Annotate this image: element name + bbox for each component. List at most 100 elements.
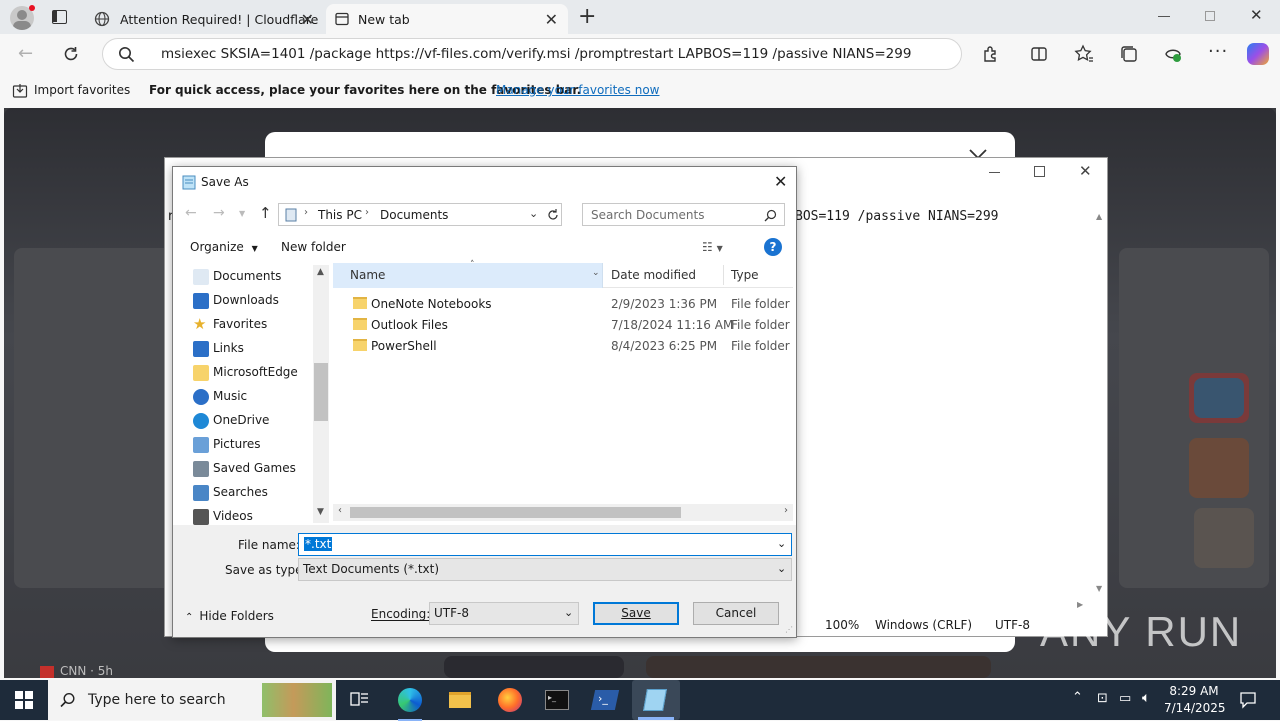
nav-item-label: Searches — [213, 485, 268, 499]
more-options-icon[interactable]: ··· — [1208, 41, 1228, 62]
taskbar-search-box[interactable]: Type here to search — [48, 680, 336, 720]
back-icon[interactable]: ← — [18, 43, 33, 64]
close-window-icon[interactable]: ✕ — [1079, 162, 1092, 180]
tab-new-tab[interactable]: New tab ✕ — [326, 4, 568, 34]
hide-folders-toggle[interactable]: ⌃ Hide Folders — [185, 609, 274, 623]
file-name-label: File name: — [238, 538, 300, 552]
minimize-icon[interactable] — [989, 172, 1000, 173]
task-view-icon[interactable] — [350, 691, 370, 709]
save-as-type-select[interactable]: Text Documents (*.txt) ⌄ — [298, 558, 792, 581]
save-button[interactable]: Save — [593, 602, 679, 625]
nav-item[interactable]: Searches — [193, 485, 268, 501]
nav-item[interactable]: Documents — [193, 269, 282, 285]
file-row[interactable]: OneNote Notebooks 2/9/2023 1:36 PM File fo… — [333, 294, 793, 315]
breadcrumb-documents[interactable]: Documents — [380, 208, 448, 222]
refresh-icon[interactable] — [546, 208, 560, 222]
new-tab-button[interactable]: + — [578, 4, 596, 29]
forward-icon[interactable]: → — [213, 205, 225, 221]
ethernet-icon[interactable]: ▭ — [1119, 691, 1131, 706]
volume-icon[interactable]: 🔈︎ — [1142, 690, 1150, 706]
nav-item-label: Documents — [213, 269, 282, 283]
chevron-down-icon[interactable]: ⌄ — [777, 537, 786, 550]
encoding-select[interactable]: UTF-8 ⌄ — [429, 602, 579, 625]
organize-menu[interactable]: Organize ▼ — [190, 240, 258, 254]
back-icon[interactable]: ← — [185, 205, 197, 221]
nav-item[interactable]: Saved Games — [193, 461, 296, 477]
nav-scrollbar[interactable]: ▲ ▼ — [313, 265, 329, 523]
search-documents-input[interactable]: Search Documents — [582, 203, 785, 226]
import-favorites-button[interactable]: Import favorites — [34, 83, 130, 97]
file-explorer-icon[interactable] — [440, 684, 480, 716]
encoding-label: Encoding: — [371, 607, 431, 621]
column-type[interactable]: Type — [731, 263, 759, 288]
thumbnail — [1189, 438, 1249, 498]
restore-icon[interactable] — [1205, 11, 1215, 21]
chevron-right-icon: › — [304, 207, 308, 218]
chevron-down-icon[interactable]: ⌄ — [592, 268, 600, 278]
recent-locations-icon[interactable]: ▼ — [239, 209, 245, 218]
caret-down-icon: ▼ — [251, 244, 258, 253]
clock[interactable]: 8:29 AM 7/14/2025 — [1164, 683, 1226, 717]
copilot-icon[interactable] — [1247, 43, 1269, 65]
nav-item[interactable]: Music — [193, 389, 247, 405]
close-window-icon[interactable]: ✕ — [1250, 6, 1263, 24]
manage-favorites-link[interactable]: Manage your favorites now — [496, 83, 659, 97]
horizontal-scrollbar[interactable]: ‹ › — [333, 504, 793, 521]
sort-ascending-icon: ˄ — [470, 260, 475, 270]
notepad-text[interactable]: BOS=119 /passive NIANS=299 — [795, 209, 999, 224]
close-tab-icon[interactable]: ✕ — [301, 10, 314, 29]
tab-actions-icon[interactable] — [52, 10, 67, 24]
firefox-icon[interactable] — [490, 684, 530, 716]
refresh-icon[interactable] — [62, 45, 80, 63]
vertical-scrollbar[interactable]: ▲ ▼ — [1093, 206, 1107, 598]
new-folder-button[interactable]: New folder — [281, 240, 346, 254]
view-options-icon[interactable]: ☷ ▼ — [702, 240, 723, 254]
close-tab-icon[interactable]: ✕ — [545, 10, 558, 29]
folder-icon — [193, 365, 209, 381]
maximize-icon[interactable] — [1034, 166, 1045, 177]
nav-item[interactable]: Downloads — [193, 293, 279, 309]
notepad-taskbar-icon[interactable] — [632, 680, 680, 720]
nav-item[interactable]: ★ Favorites — [193, 317, 267, 332]
cancel-button[interactable]: Cancel — [693, 602, 779, 625]
nav-item[interactable]: Videos — [193, 509, 253, 525]
browser-essentials-icon[interactable] — [1163, 44, 1183, 64]
minimize-icon[interactable] — [1158, 16, 1170, 17]
file-name: OneNote Notebooks — [371, 297, 492, 311]
address-bar[interactable]: msiexec SKSIA=1401 /package https://vf-f… — [102, 38, 962, 70]
file-name-value: *.txt — [304, 537, 333, 551]
powershell-icon[interactable]: ›_ — [585, 684, 625, 716]
file-row[interactable]: PowerShell 8/4/2023 6:25 PM File folder — [333, 336, 793, 357]
column-divider — [723, 265, 724, 285]
nav-item[interactable]: OneDrive — [193, 413, 269, 429]
file-row[interactable]: Outlook Files 7/18/2024 11:16 AM File fold… — [333, 315, 793, 336]
this-pc-icon — [285, 208, 297, 222]
nav-item[interactable]: MicrosoftEdge — [193, 365, 298, 381]
collections-icon[interactable] — [1119, 44, 1139, 64]
show-hidden-icons[interactable]: ⌃ — [1072, 690, 1083, 705]
column-date-modified[interactable]: Date modified — [611, 263, 696, 288]
file-name-input[interactable]: *.txt ⌄ — [298, 533, 792, 556]
split-screen-icon[interactable] — [1030, 45, 1048, 63]
up-icon[interactable]: ↑ — [259, 204, 272, 222]
resize-grip-icon[interactable]: ⋰ — [785, 625, 793, 634]
terminal-icon[interactable]: ▸_ — [537, 684, 577, 716]
nav-item[interactable]: Links — [193, 341, 244, 357]
breadcrumb-this-pc[interactable]: This PC — [318, 208, 362, 222]
close-dialog-icon[interactable]: ✕ — [774, 172, 787, 191]
breadcrumb[interactable]: › This PC › Documents ⌄ — [278, 203, 562, 226]
nav-item[interactable]: Pictures — [193, 437, 261, 453]
windows-start-icon[interactable] — [15, 691, 33, 709]
tab-cloudflare[interactable]: Attention Required! | Cloudflare ✕ — [84, 4, 324, 34]
extensions-icon[interactable] — [982, 45, 1000, 63]
search-placeholder: Search Documents — [591, 208, 705, 222]
cancel-button-label: Cancel — [715, 606, 757, 620]
favorites-star-icon[interactable] — [1074, 44, 1094, 64]
help-icon[interactable]: ? — [764, 238, 782, 256]
links-icon — [193, 341, 209, 357]
windows-taskbar: Type here to search ▸_ ›_ ⌃ ⊡ ▭ 🔈︎ 8:29 … — [0, 680, 1280, 721]
chevron-down-icon[interactable]: ⌄ — [529, 207, 538, 220]
network-icon[interactable]: ⊡ — [1097, 691, 1108, 706]
notifications-icon[interactable] — [1239, 691, 1257, 709]
edge-taskbar-icon[interactable] — [390, 684, 430, 721]
